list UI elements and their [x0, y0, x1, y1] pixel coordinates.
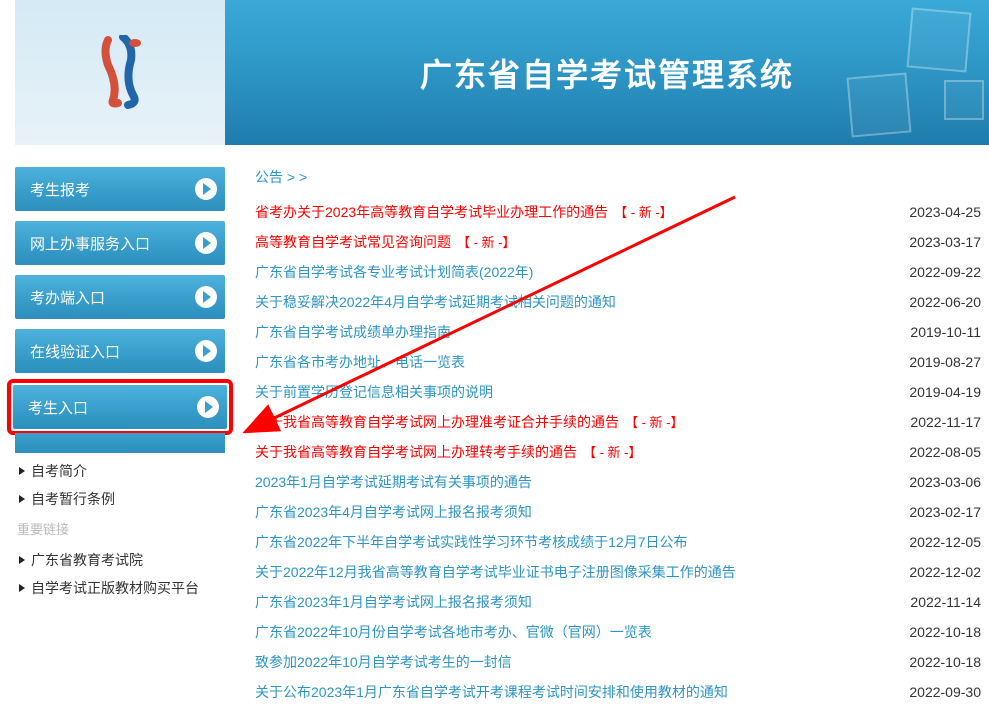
section-label: 重要链接 [15, 513, 225, 542]
news-date: 2022-12-02 [909, 564, 989, 580]
decoration-puzzle [846, 72, 911, 137]
news-title-link[interactable]: 关于2022年12月我省高等教育自学考试毕业证书电子注册图像采集工作的通告 [255, 562, 736, 582]
news-title-link[interactable]: 关于我省高等教育自学考试网上办理准考证合并手续的通告【 - 新 -】 [255, 412, 684, 432]
chevron-right-icon [195, 232, 217, 254]
breadcrumb[interactable]: 公告 > > [255, 167, 989, 187]
news-row: 广东省2023年4月自学考试网上报名报考须知 2023-02-17 [255, 497, 989, 527]
nav-exam-register[interactable]: 考生报考 [15, 167, 225, 211]
link-regulations[interactable]: 自考暂行条例 [15, 485, 225, 513]
header-title: 广东省自学考试管理系统 [420, 50, 794, 96]
news-row: 关于稳妥解决2022年4月自学考试延期考试相关问题的通知 2022-06-20 [255, 287, 989, 317]
news-row: 广东省2022年10月份自学考试各地市考办、官微（官网）一览表 2022-10-1… [255, 617, 989, 647]
news-title-link[interactable]: 关于前置学历登记信息相关事项的说明 [255, 382, 493, 402]
news-date: 2019-10-11 [910, 324, 989, 340]
chevron-right-icon [195, 178, 217, 200]
news-date: 2023-02-17 [909, 504, 989, 520]
news-row: 关于我省高等教育自学考试网上办理准考证合并手续的通告【 - 新 -】 2022-1… [255, 407, 989, 437]
header-title-banner: 广东省自学考试管理系统 [225, 0, 989, 145]
news-title-link[interactable]: 省考办关于2023年高等教育自学考试毕业办理工作的通告【 - 新 -】 [255, 202, 673, 222]
nav-label: 考生报考 [30, 179, 90, 200]
news-date: 2022-08-05 [909, 444, 989, 460]
section-header-truncated [15, 433, 225, 453]
news-date: 2022-06-20 [909, 294, 989, 310]
news-row: 关于我省高等教育自学考试网上办理转考手续的通告【 - 新 -】 2022-08-0… [255, 437, 989, 467]
news-title-link[interactable]: 广东省自学考试各专业考试计划简表(2022年) [255, 262, 533, 282]
news-row: 广东省自学考试各专业考试计划简表(2022年) 2022-09-22 [255, 257, 989, 287]
logo-icon [93, 35, 148, 110]
news-row: 高等教育自学考试常见咨询问题【 - 新 -】 2023-03-17 [255, 227, 989, 257]
news-title-link[interactable]: 广东省各市考办地址、电话一览表 [255, 352, 465, 372]
info-links: 自考简介 自考暂行条例 [15, 457, 225, 513]
nav-online-service[interactable]: 网上办事服务入口 [15, 221, 225, 265]
nav-label: 考办端入口 [30, 287, 105, 308]
news-title-link[interactable]: 关于我省高等教育自学考试网上办理转考手续的通告【 - 新 -】 [255, 442, 642, 462]
chevron-right-icon [195, 286, 217, 308]
news-date: 2019-04-19 [909, 384, 989, 400]
news-row: 关于前置学历登记信息相关事项的说明 2019-04-19 [255, 377, 989, 407]
news-title-link[interactable]: 致参加2022年10月自学考试考生的一封信 [255, 652, 512, 672]
news-row: 关于公布2023年1月广东省自学考试开考课程考试时间安排和使用教材的通知 2022… [255, 677, 989, 707]
news-title-link[interactable]: 高等教育自学考试常见咨询问题【 - 新 -】 [255, 232, 516, 252]
link-textbook-platform[interactable]: 自学考试正版教材购买平台 [15, 574, 225, 602]
new-badge: 【 - 新 -】 [614, 205, 673, 220]
news-title-link[interactable]: 广东省自学考试成绩单办理指南 [255, 322, 451, 342]
news-date: 2019-08-27 [909, 354, 989, 370]
news-date: 2022-09-22 [909, 264, 989, 280]
link-exam-authority[interactable]: 广东省教育考试院 [15, 546, 225, 574]
news-row: 广东省2023年1月自学考试网上报名报考须知 2022-11-14 [255, 587, 989, 617]
nav-label: 在线验证入口 [30, 341, 120, 362]
news-title-link[interactable]: 广东省2022年10月份自学考试各地市考办、官微（官网）一览表 [255, 622, 652, 642]
news-title-link[interactable]: 关于公布2023年1月广东省自学考试开考课程考试时间安排和使用教材的通知 [255, 682, 728, 702]
news-row: 2023年1月自学考试延期考试有关事项的通告 2023-03-06 [255, 467, 989, 497]
nav-label: 考生入口 [28, 397, 88, 418]
news-title-link[interactable]: 关于稳妥解决2022年4月自学考试延期考试相关问题的通知 [255, 292, 616, 312]
nav-label: 网上办事服务入口 [30, 233, 150, 254]
news-row: 广东省自学考试成绩单办理指南 2019-10-11 [255, 317, 989, 347]
page-header: 广东省自学考试管理系统 [15, 0, 989, 145]
nav-admin-portal[interactable]: 考办端入口 [15, 275, 225, 319]
news-date: 2023-03-06 [909, 474, 989, 490]
news-list: 省考办关于2023年高等教育自学考试毕业办理工作的通告【 - 新 -】 2023-… [255, 197, 989, 707]
new-badge: 【 - 新 -】 [583, 445, 642, 460]
decoration-puzzle [944, 80, 984, 120]
nav-verify-portal[interactable]: 在线验证入口 [15, 329, 225, 373]
logo-container [15, 0, 225, 145]
news-date: 2023-04-25 [909, 204, 989, 220]
important-links: 广东省教育考试院 自学考试正版教材购买平台 [15, 546, 225, 602]
news-row: 广东省各市考办地址、电话一览表 2019-08-27 [255, 347, 989, 377]
news-date: 2022-11-17 [910, 414, 989, 430]
main-content: 公告 > > 省考办关于2023年高等教育自学考试毕业办理工作的通告【 - 新 … [255, 167, 989, 707]
nav-student-portal[interactable]: 考生入口 [13, 385, 227, 429]
news-title-link[interactable]: 2023年1月自学考试延期考试有关事项的通告 [255, 472, 532, 492]
news-row: 广东省2022年下半年自学考试实践性学习环节考核成绩于12月7日公布 2022-1… [255, 527, 989, 557]
news-date: 2022-10-18 [909, 654, 989, 670]
news-title-link[interactable]: 广东省2022年下半年自学考试实践性学习环节考核成绩于12月7日公布 [255, 532, 688, 552]
news-title-link[interactable]: 广东省2023年1月自学考试网上报名报考须知 [255, 592, 532, 612]
news-date: 2022-12-05 [909, 534, 989, 550]
chevron-right-icon [195, 340, 217, 362]
news-date: 2022-09-30 [909, 684, 989, 700]
news-row: 致参加2022年10月自学考试考生的一封信 2022-10-18 [255, 647, 989, 677]
decoration-puzzle [906, 7, 971, 72]
news-title-link[interactable]: 广东省2023年4月自学考试网上报名报考须知 [255, 502, 532, 522]
chevron-right-icon [197, 396, 219, 418]
news-date: 2023-03-17 [909, 234, 989, 250]
news-date: 2022-10-18 [909, 624, 989, 640]
highlight-annotation: 考生入口 [7, 379, 233, 435]
new-badge: 【 - 新 -】 [457, 235, 516, 250]
news-row: 省考办关于2023年高等教育自学考试毕业办理工作的通告【 - 新 -】 2023-… [255, 197, 989, 227]
sidebar: 考生报考 网上办事服务入口 考办端入口 在线验证入口 考生入口 自考简介 自考暂… [15, 167, 225, 707]
news-row: 关于2022年12月我省高等教育自学考试毕业证书电子注册图像采集工作的通告 202… [255, 557, 989, 587]
link-intro[interactable]: 自考简介 [15, 457, 225, 485]
new-badge: 【 - 新 -】 [625, 415, 684, 430]
news-date: 2022-11-14 [910, 594, 989, 610]
